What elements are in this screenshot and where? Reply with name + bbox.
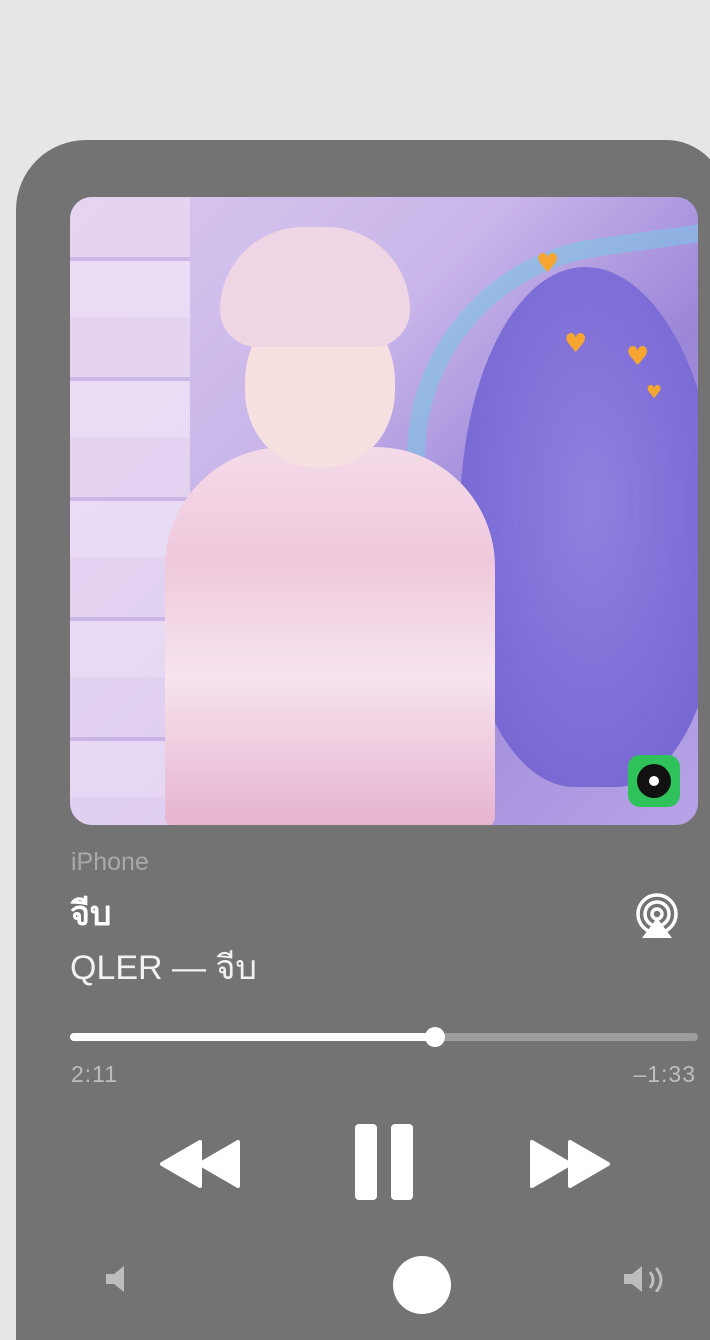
music-app-icon[interactable] — [628, 755, 680, 807]
artwork-hat — [220, 227, 410, 347]
artist-album-line: QLER — จีบ — [70, 949, 257, 987]
heart-icon: ♥ — [626, 342, 650, 372]
output-device-label: iPhone — [71, 848, 149, 876]
volume-max-icon — [624, 1266, 663, 1292]
backward-icon[interactable] — [158, 1136, 242, 1192]
heart-icon: ♥ — [564, 329, 588, 359]
elapsed-time: 2:11 — [71, 1061, 119, 1087]
heart-icon: ♥ — [536, 249, 560, 279]
pause-icon — [391, 1124, 413, 1200]
artwork-dress — [165, 447, 495, 825]
heart-icon: ♥ — [646, 382, 663, 403]
remaining-time: –1:33 — [633, 1061, 696, 1087]
pause-button[interactable] — [355, 1124, 413, 1200]
song-title: จีบ — [70, 895, 112, 933]
volume-min-icon — [106, 1266, 124, 1292]
progress-fill — [70, 1033, 436, 1041]
artwork-child — [165, 227, 495, 825]
progress-slider[interactable] — [70, 1027, 698, 1047]
volume-knob[interactable] — [393, 1256, 451, 1314]
disc-icon — [637, 764, 671, 798]
forward-icon[interactable] — [528, 1136, 612, 1192]
airplay-icon[interactable] — [632, 892, 682, 942]
pause-icon — [355, 1124, 377, 1200]
album-artwork: ♥ ♥ ♥ ♥ — [70, 197, 698, 825]
